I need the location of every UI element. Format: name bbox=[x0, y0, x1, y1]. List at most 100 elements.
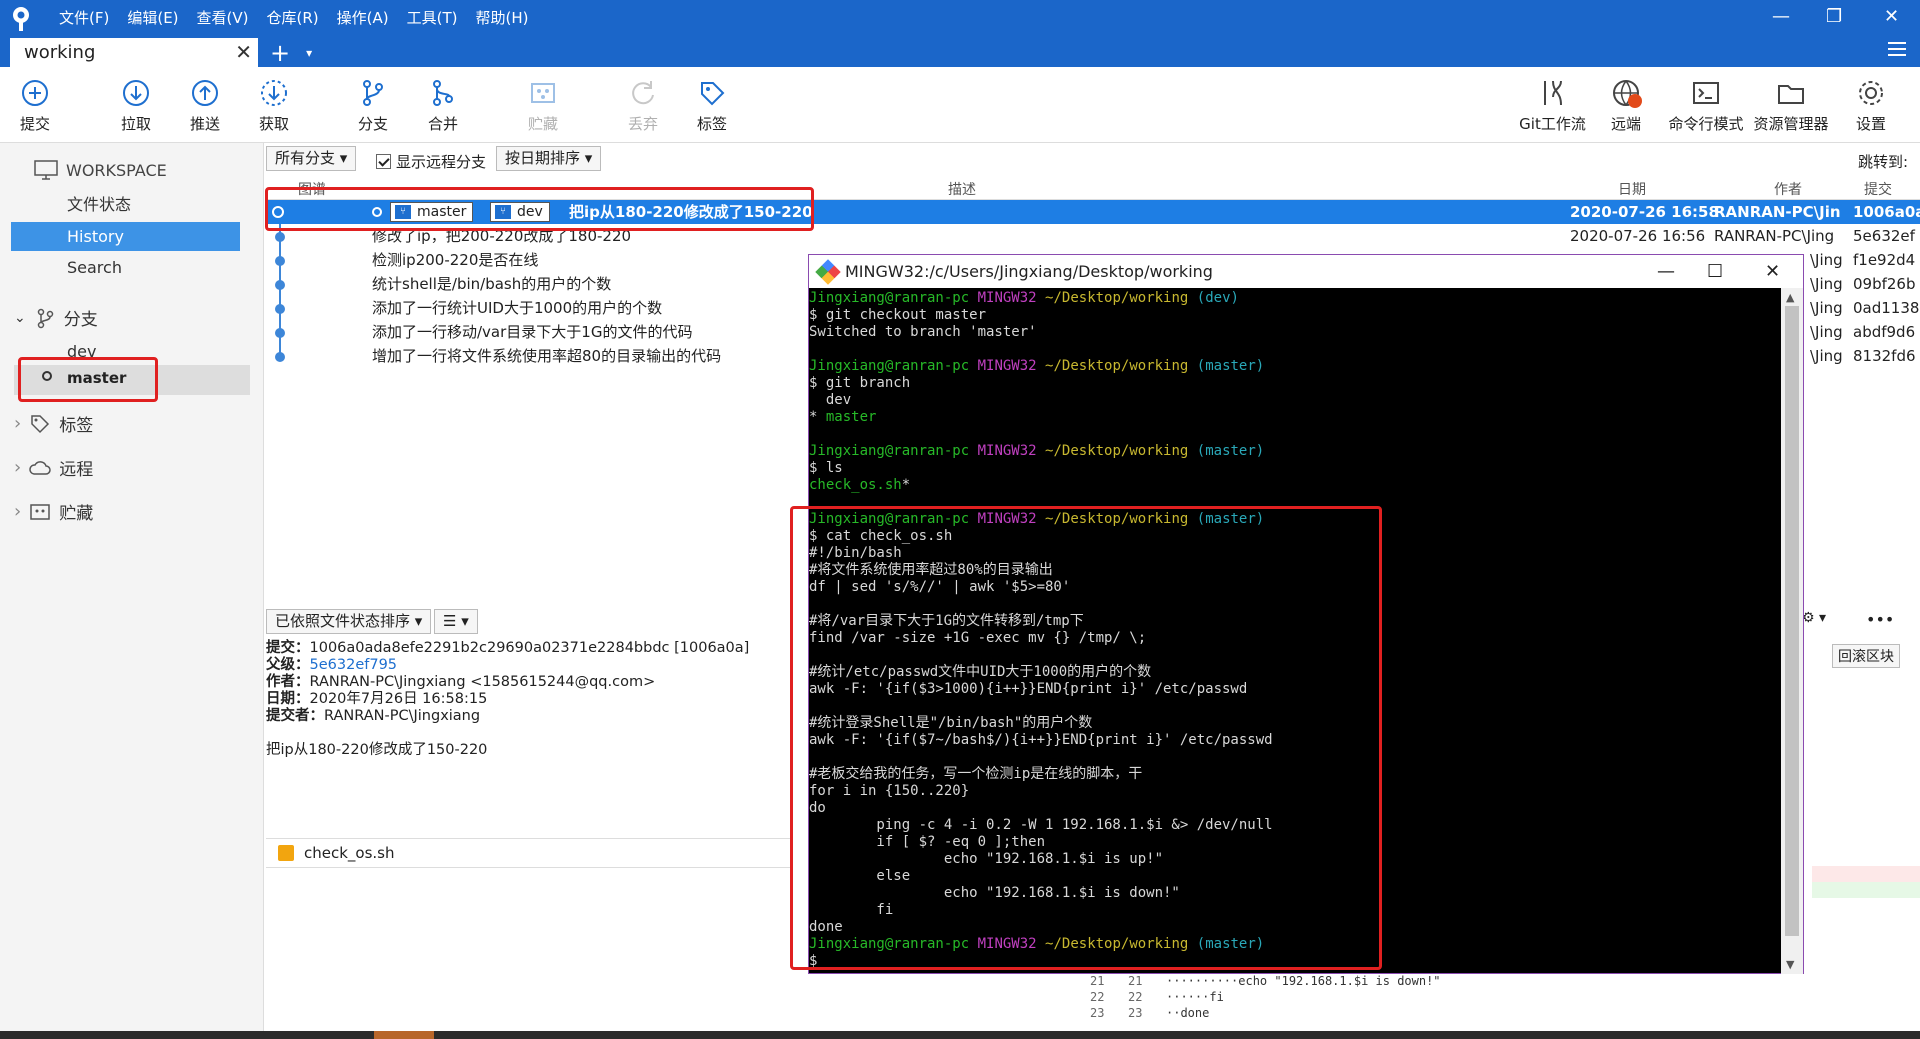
menu-file[interactable]: 文件(F) bbox=[50, 8, 118, 28]
tag-button[interactable]: 标签 bbox=[677, 77, 747, 134]
menu-bar: 文件(F) 编辑(E) 查看(V) 仓库(R) 操作(A) 工具(T) 帮助(H… bbox=[50, 8, 537, 28]
sort-select[interactable]: 按日期排序 ▾ bbox=[496, 146, 602, 171]
stashes-section[interactable]: › 贮藏 bbox=[14, 499, 93, 524]
view-mode-select[interactable]: ☰ ▾ bbox=[434, 609, 478, 634]
terminal-line: Jingxiang@ranran-pc MINGW32 ~/Desktop/wo… bbox=[809, 358, 1779, 375]
push-button[interactable]: 推送 bbox=[170, 77, 240, 134]
menu-actions[interactable]: 操作(A) bbox=[328, 8, 398, 28]
pull-button[interactable]: 拉取 bbox=[101, 77, 171, 134]
sidebar-item-history[interactable]: History bbox=[11, 222, 240, 251]
gitflow-icon bbox=[1543, 80, 1562, 106]
sidebar-item-search[interactable]: Search bbox=[11, 253, 240, 282]
minimize-button[interactable]: — bbox=[1772, 6, 1790, 28]
revert-hunk-button[interactable]: 回滚区块 bbox=[1832, 644, 1900, 668]
stash-label: 贮藏 bbox=[527, 115, 558, 133]
branch-filter-select[interactable]: 所有分支 ▾ bbox=[266, 146, 357, 171]
add-tab-button[interactable]: + bbox=[270, 39, 290, 67]
terminal-text: * bbox=[901, 477, 911, 493]
restore-button[interactable]: ❐ bbox=[1826, 6, 1842, 28]
tab-dropdown-icon[interactable]: ▾ bbox=[306, 46, 312, 60]
annotation-box-master bbox=[18, 357, 158, 402]
jump-to-label: 跳转到: bbox=[1857, 153, 1908, 171]
file-sort-select[interactable]: 已依照文件状态排序 ▾ bbox=[266, 609, 432, 634]
close-tab-icon[interactable]: ✕ bbox=[235, 38, 252, 67]
close-window-button[interactable]: ✕ bbox=[1884, 6, 1899, 28]
settings-button[interactable]: 设置 bbox=[1836, 77, 1906, 134]
detail-committer: 提交者：RANRAN-PC\Jingxiang bbox=[266, 708, 481, 724]
detail-author: 作者：RANRAN-PC\Jingxiang <1585615244@qq.co… bbox=[266, 674, 656, 690]
diff-view: 21 21 ··········echo "192.168.1.$i is down… bbox=[1090, 973, 1810, 1021]
prompt-user: Jingxiang@ranran-pc bbox=[809, 443, 970, 459]
commit-label: 提交 bbox=[19, 115, 50, 133]
prompt-user: Jingxiang@ranran-pc bbox=[809, 290, 970, 306]
explorer-label: 资源管理器 bbox=[1753, 115, 1829, 133]
gitflow-button[interactable]: Git工作流 bbox=[1515, 77, 1590, 134]
sidebar: WORKSPACE 文件状态 History Search ⌄ 分支 dev m… bbox=[0, 143, 264, 1039]
gear-icon bbox=[1859, 81, 1883, 105]
sidebar-item-file-status[interactable]: 文件状态 bbox=[11, 190, 240, 219]
hamburger-menu-icon[interactable] bbox=[1888, 42, 1906, 56]
chevron-right-icon: › bbox=[14, 413, 22, 434]
explorer-button[interactable]: 资源管理器 bbox=[1751, 77, 1831, 134]
prompt-path: ~/Desktop/working bbox=[1045, 358, 1189, 374]
show-remote-checkbox[interactable]: 显示远程分支 bbox=[376, 151, 486, 172]
menu-help[interactable]: 帮助(H) bbox=[466, 8, 537, 28]
fetch-icon bbox=[261, 80, 287, 106]
diff-line: 21 21 ··········echo "192.168.1.$i is down… bbox=[1090, 974, 1441, 988]
terminal-scroll-thumb[interactable] bbox=[1785, 306, 1799, 936]
parent-commit-link[interactable]: 5e632ef795 bbox=[310, 657, 398, 673]
detail-commit-value: 1006a0ada8efe2291b2c29690a02371e2284bbdc… bbox=[309, 640, 750, 656]
discard-button[interactable]: 丢弃 bbox=[608, 77, 678, 134]
diff-removed-line bbox=[1812, 866, 1920, 882]
tags-section[interactable]: › 标签 bbox=[14, 411, 93, 436]
workspace-label: WORKSPACE bbox=[66, 160, 167, 180]
branches-section[interactable]: ⌄ 分支 bbox=[14, 305, 98, 330]
remotes-section[interactable]: › 远程 bbox=[14, 455, 93, 480]
commit-button[interactable]: 提交 bbox=[0, 77, 70, 134]
col-author[interactable]: 作者 bbox=[1774, 179, 1802, 199]
terminal-title-bar[interactable]: MINGW32:/c/Users/Jingxiang/Desktop/worki… bbox=[809, 255, 1803, 288]
prompt-env: MINGW32 bbox=[977, 443, 1037, 459]
terminal-button[interactable]: 命令行模式 bbox=[1661, 77, 1751, 134]
menu-repository[interactable]: 仓库(R) bbox=[258, 8, 328, 28]
stash-button[interactable]: 贮藏 bbox=[508, 77, 578, 134]
terminal-close-button[interactable]: ✕ bbox=[1765, 255, 1780, 288]
branch-icon bbox=[363, 80, 383, 106]
terminal-maximize-button[interactable]: ☐ bbox=[1707, 255, 1723, 288]
changed-file-row[interactable]: check_os.sh bbox=[266, 838, 790, 868]
commit-message: 添加了一行移动/var目录下大于1G的文件的代码 bbox=[372, 323, 693, 341]
settings-label: 设置 bbox=[1855, 115, 1886, 133]
terminal-label: 命令行模式 bbox=[1668, 115, 1744, 133]
merge-button[interactable]: 合并 bbox=[408, 77, 478, 134]
repo-tab-working[interactable]: working ✕ bbox=[10, 38, 258, 67]
taskbar-strip bbox=[0, 1031, 1920, 1039]
prompt-path: ~/Desktop/working bbox=[1045, 290, 1189, 306]
diff-options-select[interactable]: ⚙ ▾ bbox=[1802, 610, 1826, 626]
discard-label: 丢弃 bbox=[627, 115, 658, 133]
branch-button[interactable]: 分支 bbox=[338, 77, 408, 134]
diff-line: 23 23 ··done bbox=[1090, 1006, 1210, 1020]
menu-view[interactable]: 查看(V) bbox=[188, 8, 258, 28]
col-commit[interactable]: 提交 bbox=[1864, 179, 1892, 199]
git-logo-icon bbox=[815, 259, 841, 285]
commit-hash: 09bf26b bbox=[1853, 275, 1916, 293]
terminal-scrollbar[interactable]: ▲ ▼ bbox=[1781, 288, 1803, 974]
remote-label: 远端 bbox=[1610, 115, 1641, 133]
menu-edit[interactable]: 编辑(E) bbox=[118, 8, 187, 28]
terminal-minimize-button[interactable]: — bbox=[1657, 255, 1675, 288]
commit-author: \Jing bbox=[1810, 275, 1843, 293]
menu-tools[interactable]: 工具(T) bbox=[398, 8, 467, 28]
col-date[interactable]: 日期 bbox=[1618, 179, 1646, 199]
terminal-line: Jingxiang@ranran-pc MINGW32 ~/Desktop/wo… bbox=[809, 443, 1779, 460]
col-description[interactable]: 描述 bbox=[948, 179, 976, 199]
fetch-button[interactable]: 获取 bbox=[239, 77, 309, 134]
history-filter-bar: 所有分支 ▾ 显示远程分支 按日期排序 ▾ 跳转到: bbox=[266, 146, 1920, 176]
terminal-text: dev bbox=[809, 392, 852, 408]
remote-button[interactable]: 远端 bbox=[1591, 77, 1661, 134]
prompt-env: MINGW32 bbox=[977, 290, 1037, 306]
commit-date: 2020-07-26 16:56 bbox=[1570, 227, 1706, 245]
more-options-icon[interactable]: ••• bbox=[1866, 610, 1894, 629]
